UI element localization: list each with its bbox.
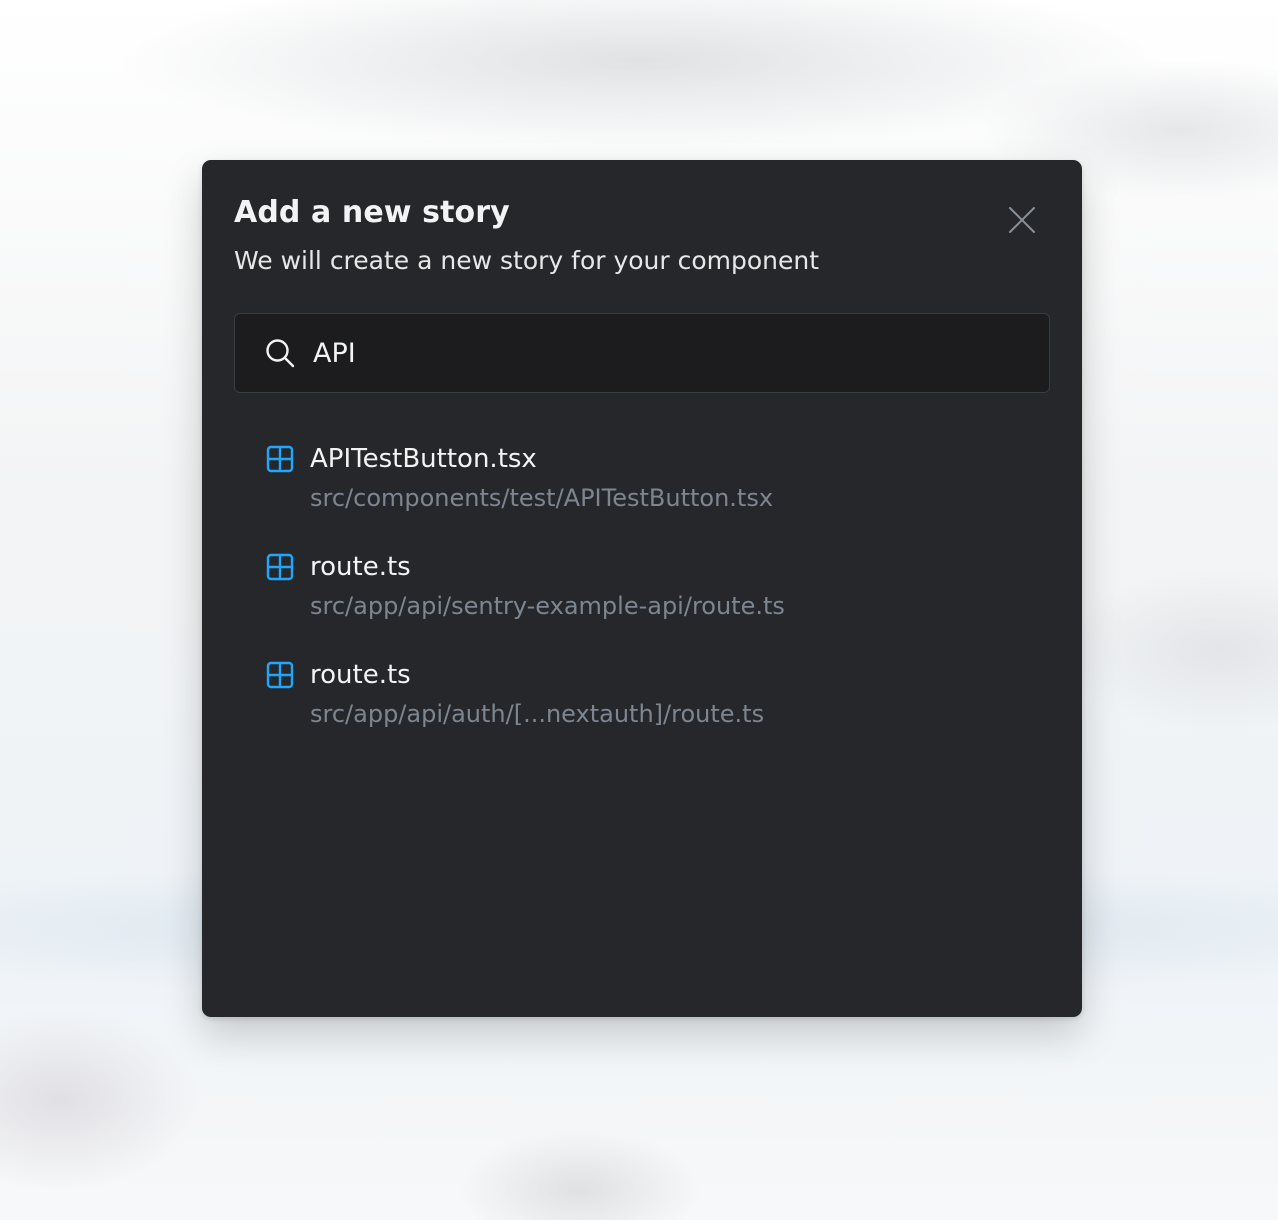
result-file-name: route.ts <box>310 660 411 690</box>
result-file-path: src/components/test/APITestButton.tsx <box>310 484 774 512</box>
search-input[interactable] <box>313 328 1013 378</box>
search-result-item[interactable]: route.ts src/app/api/sentry-example-api/… <box>266 548 1026 656</box>
component-grid-icon <box>266 553 294 581</box>
component-grid-icon <box>266 445 294 473</box>
search-result-item[interactable]: APITestButton.tsx src/components/test/AP… <box>266 440 1026 548</box>
close-icon <box>1009 207 1035 233</box>
search-field[interactable] <box>234 313 1050 393</box>
result-file-name: APITestButton.tsx <box>310 444 537 474</box>
search-result-item[interactable]: route.ts src/app/api/auth/[...nextauth]/… <box>266 656 1026 764</box>
search-icon <box>266 339 295 368</box>
result-file-name: route.ts <box>310 552 411 582</box>
dialog-title: Add a new story <box>234 195 510 230</box>
result-file-path: src/app/api/sentry-example-api/route.ts <box>310 592 785 620</box>
close-button[interactable] <box>1002 200 1042 240</box>
search-results-list: APITestButton.tsx src/components/test/AP… <box>266 440 1026 764</box>
result-file-path: src/app/api/auth/[...nextauth]/route.ts <box>310 700 765 728</box>
component-grid-icon <box>266 661 294 689</box>
add-story-dialog: Add a new story We will create a new sto… <box>202 160 1082 1017</box>
dialog-subtitle: We will create a new story for your comp… <box>234 246 820 275</box>
